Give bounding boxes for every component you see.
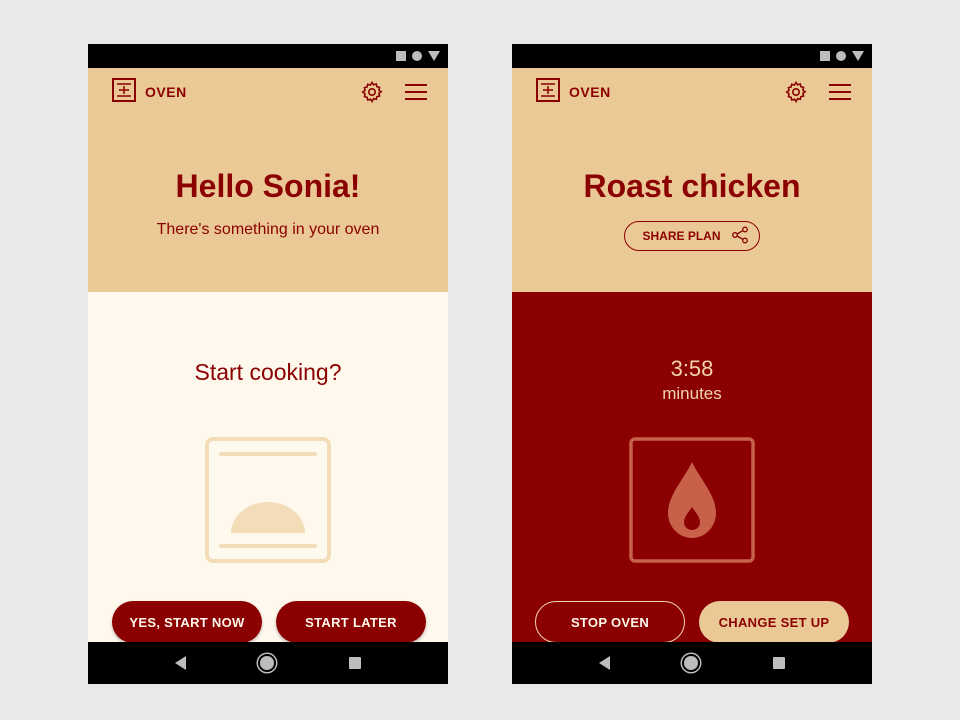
signal-triangle-icon — [852, 51, 864, 61]
back-icon[interactable] — [599, 656, 611, 670]
hamburger-menu-icon[interactable] — [828, 82, 852, 102]
share-icon — [731, 226, 749, 247]
start-cooking-panel: Start cooking? YES, START NOW START LATE… — [88, 292, 448, 666]
start-later-button[interactable]: START LATER — [276, 601, 426, 643]
hamburger-menu-icon[interactable] — [404, 82, 428, 102]
app-bar: OVEN — [512, 68, 872, 116]
timer-unit: minutes — [662, 384, 722, 403]
home-icon[interactable] — [684, 656, 699, 670]
change-set-up-button[interactable]: CHANGE SET UP — [699, 601, 849, 643]
oven-logo-icon — [536, 77, 560, 107]
recent-apps-icon[interactable] — [772, 657, 785, 669]
nav-bar — [88, 642, 448, 684]
oven-logo-icon — [112, 77, 136, 107]
oven-food-icon — [205, 437, 331, 568]
recipe-title: Roast chicken — [583, 168, 801, 204]
brand: OVEN — [536, 77, 784, 107]
stop-oven-button[interactable]: STOP OVEN — [535, 601, 685, 643]
greeting-subtitle: There's something in your oven — [156, 221, 380, 238]
recent-apps-icon[interactable] — [348, 657, 361, 669]
welcome-header: Hello Sonia! There's something in your o… — [88, 116, 448, 292]
greeting-title: Hello Sonia! — [175, 168, 361, 204]
settings-gear-icon[interactable] — [360, 80, 384, 104]
settings-gear-icon[interactable] — [784, 80, 808, 104]
phone-screen-cooking: OVEN Roast chicken SHARE PLAN 3:58 minut… — [512, 44, 872, 684]
signal-triangle-icon — [428, 51, 440, 61]
timer-value: 3:58 — [670, 356, 714, 381]
share-plan-label: SHARE PLAN — [642, 229, 721, 243]
flame-icon — [629, 437, 755, 568]
recipe-header: Roast chicken SHARE PLAN — [512, 116, 872, 292]
home-icon[interactable] — [260, 656, 275, 670]
back-icon[interactable] — [175, 656, 187, 670]
cooking-panel: 3:58 minutes STOP OVEN CHANGE SET UP — [512, 292, 872, 666]
square-icon — [820, 51, 830, 61]
nav-bar — [512, 642, 872, 684]
yes-start-now-button[interactable]: YES, START NOW — [112, 601, 262, 643]
phone-screen-welcome: OVEN Hello Sonia! There's something in y… — [88, 44, 448, 684]
status-bar — [88, 44, 448, 68]
app-title: OVEN — [569, 84, 611, 100]
start-cooking-prompt: Start cooking? — [194, 359, 342, 385]
brand: OVEN — [112, 77, 360, 107]
share-plan-button[interactable]: SHARE PLAN — [624, 221, 760, 251]
circle-icon — [836, 51, 846, 61]
app-bar-actions — [360, 80, 428, 104]
square-icon — [396, 51, 406, 61]
status-bar — [512, 44, 872, 68]
app-title: OVEN — [145, 84, 187, 100]
circle-icon — [412, 51, 422, 61]
app-bar: OVEN — [88, 68, 448, 116]
app-bar-actions — [784, 80, 852, 104]
